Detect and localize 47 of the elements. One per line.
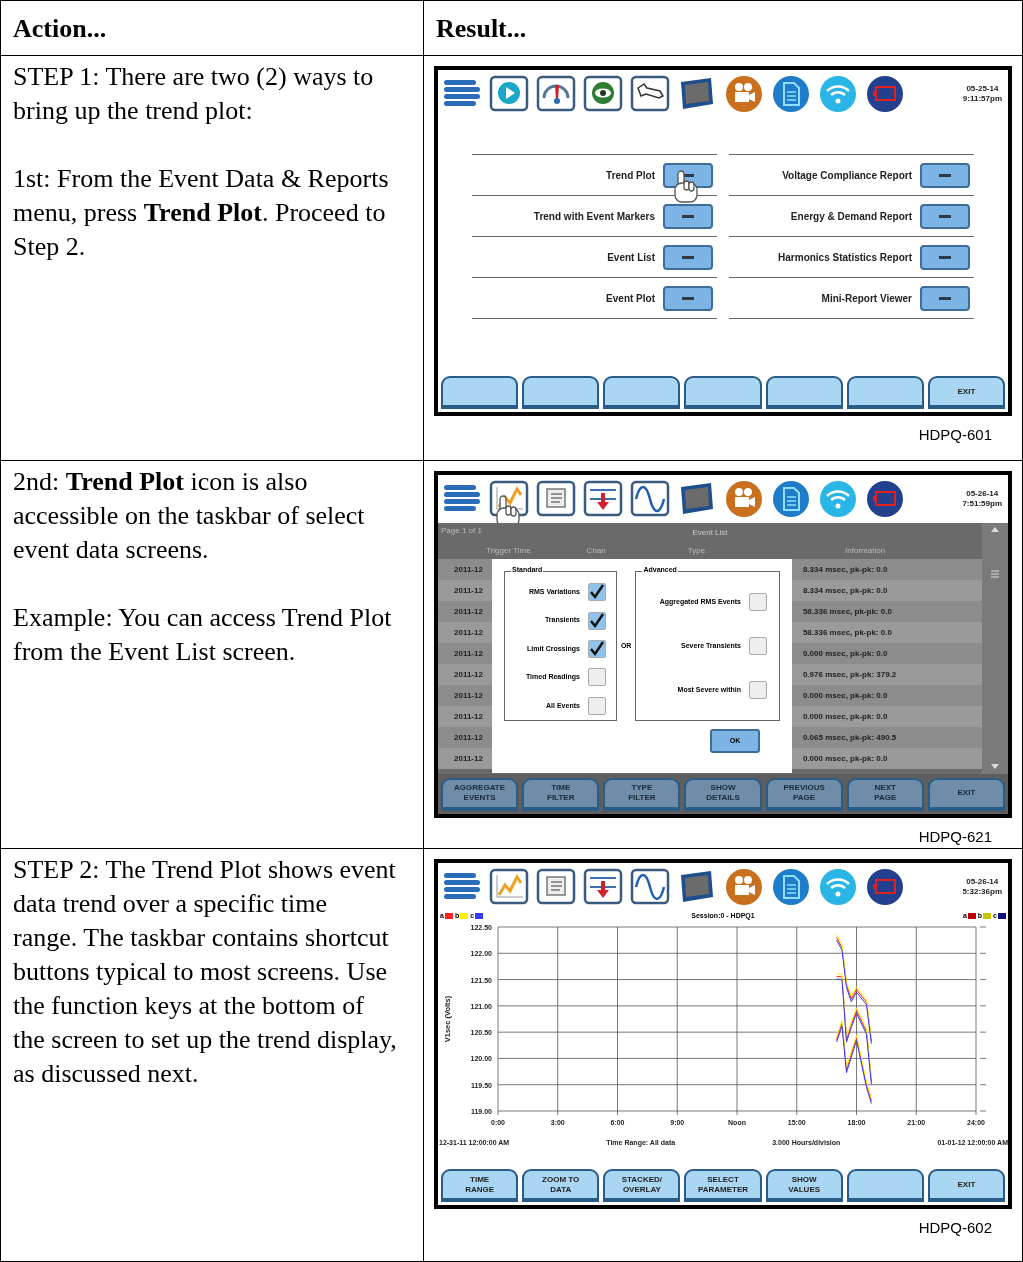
- trigger-time: 2011-12: [454, 584, 483, 597]
- figure-caption: HDPQ-602: [918, 1218, 992, 1238]
- trigger-time: 2011-12: [454, 689, 483, 702]
- trigger-time: 2011-12: [454, 752, 483, 765]
- menu-label: Mini-Report Viewer: [821, 291, 912, 306]
- event-information: 0.065 msec, pk-pk: 490.5: [802, 731, 897, 744]
- column-header: Trigger Time: [486, 545, 531, 557]
- trigger-time: 2011-12: [454, 626, 483, 639]
- menu-label: Trend Plot: [606, 168, 655, 183]
- menu-label: Event Plot: [606, 291, 655, 306]
- menu-label: Event List: [607, 250, 655, 265]
- event-information: 8.334 msec, pk-pk: 0.0: [802, 584, 888, 597]
- instruction-text: Example: You can access Trend Plot from the Event List screen.: [13, 602, 393, 668]
- figure-caption: HDPQ-601: [918, 425, 992, 445]
- date-time: 05-26-14 7:51:59pm: [962, 489, 1002, 509]
- event-information: 8.334 msec, pk-pk: 0.0: [802, 563, 888, 576]
- column-heading: Action...: [13, 12, 107, 45]
- instruction-text: STEP 2: The Trend Plot shows event data trend over a specific time range. The taskbar contains shortcut buttons typical to most screens. Use the function keys at the bottom of the screen to set up the trend display, as discussed next.: [13, 854, 397, 1090]
- trigger-time: 2011-12: [454, 710, 483, 723]
- date-time: 05-25-14 9:11:57pm: [962, 84, 1002, 104]
- instruction-text: STEP 1: There are two (2) ways to bring up the trend plot:: [13, 61, 375, 127]
- page-indicator: Page 1 of 1: [441, 525, 482, 537]
- event-information: 0.000 msec, pk-pk: 0.0: [802, 647, 888, 660]
- event-information: 0.000 msec, pk-pk: 0.0: [802, 710, 888, 723]
- event-information: 0.976 msec, pk-pk: 379.2: [802, 668, 897, 681]
- event-information: 0.000 msec, pk-pk: 0.0: [802, 752, 888, 765]
- menu-label: Voltage Compliance Report: [782, 168, 912, 183]
- instruction-text: 1st: From the Event Data & Reports menu, press Trend Plot. Proceed to Step 2.: [13, 163, 390, 263]
- column-heading: Result...: [436, 12, 527, 45]
- menu-label: Energy & Demand Report: [790, 209, 912, 224]
- trigger-time: 2011-12: [454, 605, 483, 618]
- menu-label: Harmonics Statistics Report: [778, 250, 912, 265]
- event-information: 0.000 msec, pk-pk: 0.0: [802, 689, 888, 702]
- column-header: Type: [687, 545, 706, 557]
- trigger-time: 2011-12: [454, 668, 483, 681]
- trigger-time: 2011-12: [454, 731, 483, 744]
- instruction-text: 2nd: Trend Plot icon is also accessible on the taskbar of select event data screens.: [13, 466, 366, 566]
- figure-caption: HDPQ-621: [918, 826, 992, 847]
- event-information: 58.336 msec, pk-pk: 0.0: [802, 626, 892, 639]
- menu-label: Trend with Event Markers: [533, 209, 655, 224]
- trigger-time: 2011-12: [454, 647, 483, 660]
- column-header: Information: [845, 545, 886, 557]
- event-information: 58.336 msec, pk-pk: 0.0: [802, 605, 892, 618]
- list-title: Event List: [692, 527, 728, 539]
- date-time: 05-26-14 5:32:36pm: [962, 877, 1002, 897]
- column-header: Chan: [586, 545, 606, 557]
- trigger-time: 2011-12: [454, 563, 483, 576]
